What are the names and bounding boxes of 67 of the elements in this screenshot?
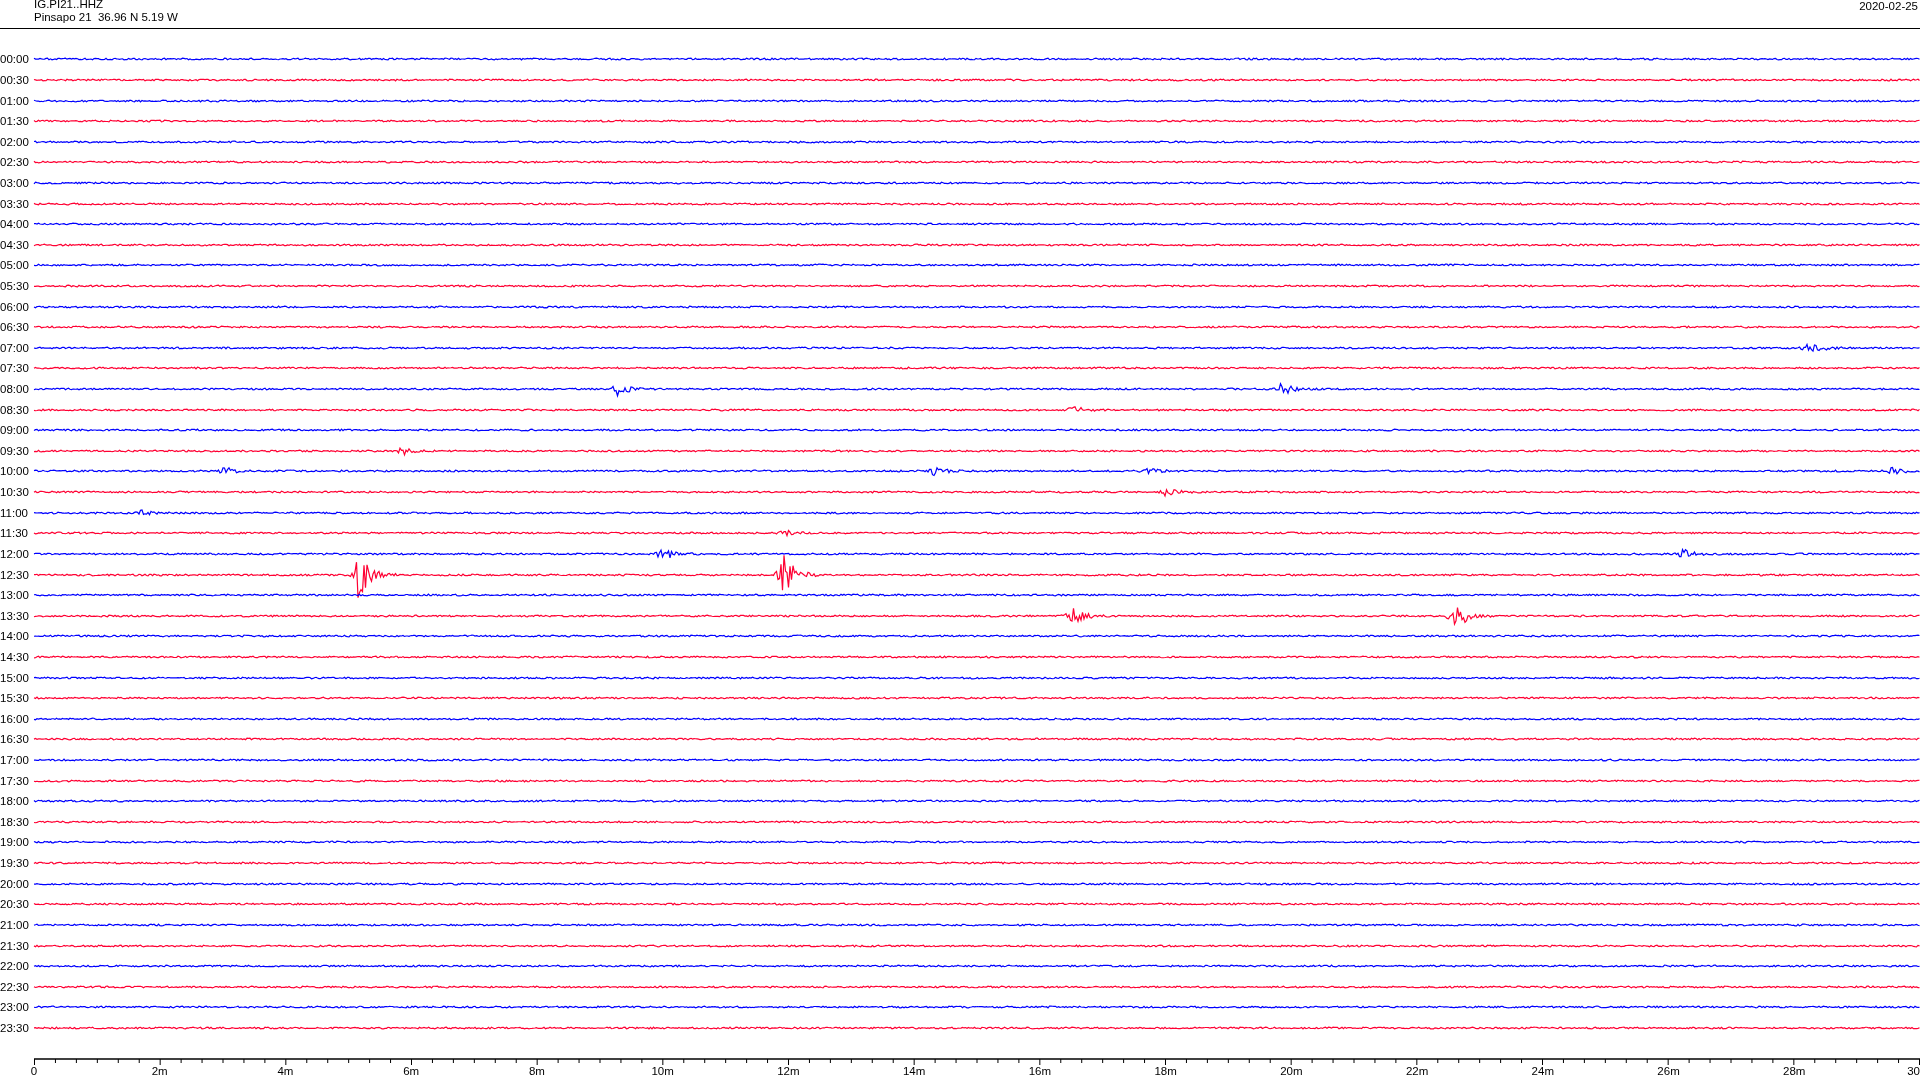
axis-label: 8m xyxy=(528,1065,545,1079)
time-label: 15:00 xyxy=(0,671,30,684)
axis-label: 30 xyxy=(1907,1065,1920,1079)
time-label: 20:00 xyxy=(0,877,30,890)
time-label: 18:00 xyxy=(0,795,30,808)
time-label: 16:00 xyxy=(0,712,30,725)
axis-label: 22m xyxy=(1405,1065,1429,1079)
time-label: 20:30 xyxy=(0,898,30,911)
axis-label: 4m xyxy=(277,1065,294,1079)
time-label: 00:00 xyxy=(0,53,30,66)
axis-label: 10m xyxy=(651,1065,674,1079)
axis-label: 28m xyxy=(1783,1065,1806,1079)
axis-label: 2m xyxy=(151,1065,168,1079)
axis-label: 16m xyxy=(1028,1065,1052,1079)
time-label: 06:00 xyxy=(0,300,30,313)
time-label: 02:30 xyxy=(0,156,30,169)
time-label: 10:30 xyxy=(0,486,30,499)
trace-date: 2020-02-25 xyxy=(1859,0,1918,14)
time-label: 22:00 xyxy=(0,960,30,973)
time-label: 14:00 xyxy=(0,630,30,643)
time-label: 13:30 xyxy=(0,609,30,622)
station-code: IG.PI21..HHZ xyxy=(34,0,105,11)
time-label: 12:30 xyxy=(0,568,30,581)
time-label: 13:00 xyxy=(0,589,30,602)
time-label: 16:30 xyxy=(0,733,30,746)
axis-label: 0 xyxy=(30,1065,38,1079)
time-label: 21:30 xyxy=(0,939,30,952)
time-label: 17:00 xyxy=(0,754,30,766)
time-label: 11:30 xyxy=(0,527,29,540)
time-label: 17:30 xyxy=(0,774,30,787)
time-label: 01:30 xyxy=(0,115,30,128)
time-label: 08:00 xyxy=(0,383,30,396)
axis-label: 24m xyxy=(1531,1065,1554,1079)
time-label: 09:00 xyxy=(0,424,30,437)
time-label: 07:00 xyxy=(0,341,30,354)
time-label: 03:30 xyxy=(0,197,30,210)
time-label: 11:00 xyxy=(0,506,29,519)
axis-label: 12m xyxy=(777,1065,800,1079)
time-label: 08:30 xyxy=(0,403,30,416)
time-label: 19:30 xyxy=(0,857,30,870)
time-label: 05:30 xyxy=(0,280,30,292)
axis-label: 18m xyxy=(1154,1065,1177,1079)
axis-label: 20m xyxy=(1280,1065,1303,1079)
time-label: 04:30 xyxy=(0,238,30,251)
time-label: 21:00 xyxy=(0,918,30,931)
time-label: 07:30 xyxy=(0,362,30,375)
axis-label: 6m xyxy=(403,1065,420,1079)
axis-label: 14m xyxy=(902,1065,926,1079)
time-label: 01:00 xyxy=(0,94,30,107)
time-label: 02:00 xyxy=(0,135,30,148)
time-label: 06:30 xyxy=(0,321,30,334)
time-label: 23:30 xyxy=(0,1021,30,1034)
time-label: 12:00 xyxy=(0,547,30,560)
time-label: 22:30 xyxy=(0,980,30,993)
time-label: 00:30 xyxy=(0,73,30,86)
time-label: 03:00 xyxy=(0,176,30,189)
time-label: 15:30 xyxy=(0,692,30,705)
time-label: 14:30 xyxy=(0,650,30,663)
time-label: 09:30 xyxy=(0,444,30,457)
axis-label: 26m xyxy=(1657,1065,1680,1079)
time-label: 10:00 xyxy=(0,465,30,478)
time-label: 19:00 xyxy=(0,836,30,849)
time-label: 05:00 xyxy=(0,259,30,272)
station-location: Pinsapo 21 36.96 N 5.19 W xyxy=(34,11,178,24)
time-label: 04:00 xyxy=(0,218,30,231)
time-label: 23:00 xyxy=(0,1001,30,1014)
time-label: 18:30 xyxy=(0,815,30,828)
